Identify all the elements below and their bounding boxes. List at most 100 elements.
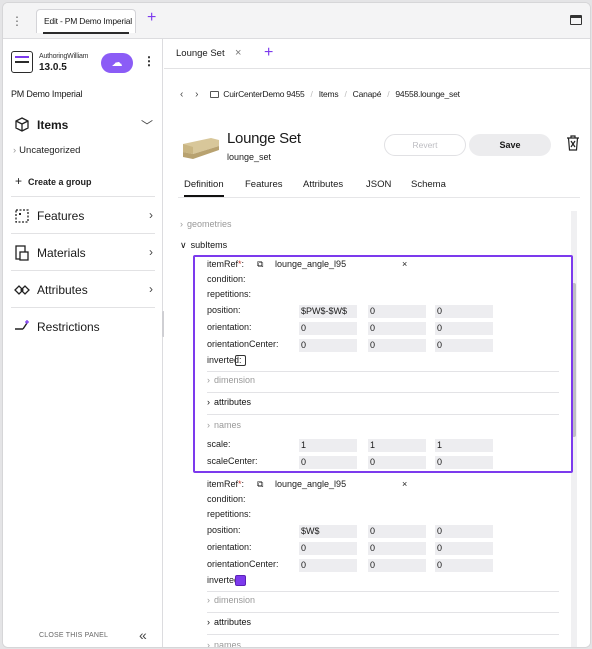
restrictions-icon	[13, 318, 31, 336]
itemref-value[interactable]: lounge_angle_l95	[275, 479, 346, 489]
names-label: names	[214, 640, 242, 648]
back-icon[interactable]: ‹	[180, 89, 183, 100]
dimension-toggle[interactable]: › dimension	[207, 375, 255, 385]
cloud-upload-button[interactable]: ☁	[101, 53, 133, 73]
field-label: position:	[207, 525, 241, 535]
subitems-toggle[interactable]: ∨ subItems	[180, 240, 227, 251]
item-id: lounge_set	[227, 152, 272, 162]
scale-y-input[interactable]: 1	[368, 439, 426, 452]
external-link-icon[interactable]: ⧉	[257, 479, 263, 490]
sidebar-item-items[interactable]: Items ﹀	[11, 115, 155, 135]
sidebar-item-uncategorized[interactable]: › Uncategorized	[13, 145, 80, 156]
field-label: position:	[207, 305, 241, 315]
orientation-center-z-input[interactable]: 0	[435, 339, 493, 352]
sidebar-item-restrictions[interactable]: Restrictions	[11, 317, 155, 337]
breadcrumb-item[interactable]: CuirCenterDemo 9455	[223, 89, 304, 99]
remove-icon[interactable]: ×	[402, 259, 407, 269]
names-toggle[interactable]: › names	[207, 420, 241, 430]
sidebar-item-materials[interactable]: Materials ›	[11, 243, 155, 263]
orientation-center-y-input[interactable]: 0	[368, 339, 426, 352]
tab-lounge-set[interactable]: Lounge Set	[176, 48, 225, 59]
scale-center-x-input[interactable]: 0	[299, 456, 357, 469]
scale-center-z-input[interactable]: 0	[435, 456, 493, 469]
revert-button[interactable]: Revert	[384, 134, 466, 156]
tab-json[interactable]: JSON	[366, 179, 391, 190]
cube-icon	[13, 116, 31, 134]
attributes-toggle[interactable]: › attributes	[207, 397, 251, 407]
orientation-y-input[interactable]: 0	[368, 322, 426, 335]
names-label: names	[214, 420, 242, 430]
tab-features[interactable]: Features	[245, 179, 283, 190]
position-y-input[interactable]: 0	[368, 525, 426, 538]
remove-icon[interactable]: ×	[402, 479, 407, 489]
close-panel-link[interactable]: CLOSE THIS PANEL	[39, 632, 108, 639]
position-z-input[interactable]: 0	[435, 305, 493, 318]
orientation-center-z-input[interactable]: 0	[435, 559, 493, 572]
sidebar-item-features[interactable]: Features ›	[11, 206, 155, 226]
inverted-checkbox[interactable]	[235, 575, 246, 586]
save-button[interactable]: Save	[469, 134, 551, 156]
sidebar-item-label: Uncategorized	[19, 145, 81, 156]
menu-dots-icon[interactable]: ⋮	[11, 14, 23, 28]
item-tab-bar: Lounge Set × +	[164, 39, 590, 69]
orientation-center-x-input[interactable]: 0	[299, 559, 357, 572]
orientation-z-input[interactable]: 0	[435, 322, 493, 335]
position-x-input[interactable]: $PW$-$W$	[299, 305, 357, 318]
orientation-y-input[interactable]: 0	[368, 542, 426, 555]
chevron-down-icon[interactable]: ﹀	[141, 117, 153, 134]
orientation-x-input[interactable]: 0	[299, 542, 357, 555]
field-label: condition:	[207, 274, 246, 284]
breadcrumb-item[interactable]: Canapé	[353, 89, 382, 99]
scale-center-y-input[interactable]: 0	[368, 456, 426, 469]
orientation-x-input[interactable]: 0	[299, 322, 357, 335]
orientation-center-y-input[interactable]: 0	[368, 559, 426, 572]
inverted-checkbox[interactable]	[235, 355, 246, 366]
breadcrumb-item[interactable]: 94558.lounge_set	[395, 89, 460, 99]
breadcrumb-item[interactable]: Items	[319, 89, 339, 99]
sidebar-item-attributes[interactable]: Attributes ›	[11, 280, 155, 300]
sidebar-item-label: Materials	[37, 246, 86, 260]
window-icon[interactable]	[570, 15, 582, 25]
orientation-z-input[interactable]: 0	[435, 542, 493, 555]
chevron-right-icon: ›	[149, 245, 153, 259]
trash-icon[interactable]	[566, 135, 580, 151]
field-label: condition:	[207, 494, 246, 504]
forward-icon[interactable]: ›	[195, 89, 198, 100]
field-label: itemRef*:	[207, 259, 245, 269]
document-tab[interactable]: Edit - PM Demo Imperial	[36, 9, 136, 34]
tab-schema[interactable]: Schema	[411, 179, 446, 190]
breadcrumb: ‹ › CuirCenterDemo 9455/Items / Canapé/94558…	[180, 89, 460, 100]
scale-z-input[interactable]: 1	[435, 439, 493, 452]
chevron-right-icon: ›	[180, 219, 183, 229]
item-thumbnail	[183, 138, 219, 159]
geometries-toggle[interactable]: › geometries	[180, 219, 232, 229]
divider	[207, 612, 559, 613]
chevron-right-icon: ›	[207, 640, 210, 648]
sidebar-item-label: Items	[37, 118, 69, 132]
dimension-toggle[interactable]: › dimension	[207, 595, 255, 605]
external-link-icon[interactable]: ⧉	[257, 259, 263, 270]
names-toggle[interactable]: › names	[207, 640, 242, 648]
add-tab-icon[interactable]: +	[264, 44, 273, 62]
position-z-input[interactable]: 0	[435, 525, 493, 538]
attributes-toggle[interactable]: › attributes	[207, 617, 251, 627]
top-tab-bar: ⋮ Edit - PM Demo Imperial +	[3, 3, 590, 39]
position-y-input[interactable]: 0	[368, 305, 426, 318]
create-group-button[interactable]: + Create a group	[15, 174, 92, 188]
tab-attributes[interactable]: Attributes	[303, 179, 343, 190]
create-group-label: Create a group	[28, 177, 92, 187]
kebab-icon[interactable]: ⋮	[143, 55, 155, 67]
chevron-right-icon: ›	[149, 282, 153, 296]
app-window: ⋮ Edit - PM Demo Imperial + AuthoringWil…	[2, 2, 591, 648]
orientation-center-x-input[interactable]: 0	[299, 339, 357, 352]
close-icon[interactable]: ×	[235, 47, 241, 59]
tab-definition[interactable]: Definition	[184, 179, 224, 197]
scale-x-input[interactable]: 1	[299, 439, 357, 452]
itemref-value[interactable]: lounge_angle_l95	[275, 259, 346, 269]
plus-icon: +	[15, 174, 23, 188]
collapse-icon[interactable]: «	[139, 627, 147, 643]
attributes-label: attributes	[214, 397, 252, 407]
position-x-input[interactable]: $W$	[299, 525, 357, 538]
add-tab-icon[interactable]: +	[147, 10, 163, 26]
features-icon	[13, 207, 31, 225]
